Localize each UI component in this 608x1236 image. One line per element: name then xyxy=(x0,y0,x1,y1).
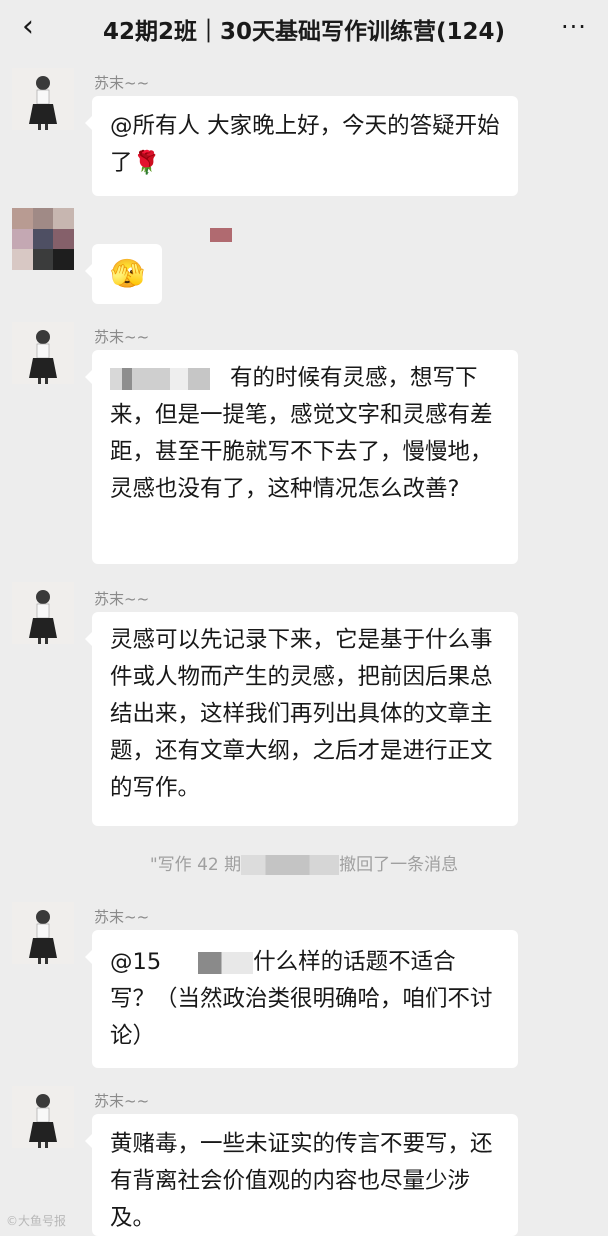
message-bubble[interactable]: 灵感可以先记录下来，它是基于什么事件或人物而产生的灵感，把前因后果总结出来，这样… xyxy=(85,612,518,826)
blurred-mention xyxy=(110,367,210,390)
back-icon[interactable]: ‹ xyxy=(12,10,44,44)
message-bubble[interactable]: @所有人 大家晚上好，今天的答疑开始了🌹 xyxy=(85,96,518,196)
message-bubble[interactable]: 有的时候有灵感，想写下来，但是一提笔，感觉文字和灵感有差距，甚至干脆就写不下去了… xyxy=(85,350,518,564)
avatar[interactable] xyxy=(12,68,74,130)
blurred-name xyxy=(241,855,340,875)
nickname: 苏末~~ xyxy=(94,590,150,608)
nickname: 苏末~~ xyxy=(94,908,150,926)
message-text: 灵感可以先记录下来，它是基于什么事件或人物而产生的灵感，把前因后果总结出来，这样… xyxy=(110,627,493,801)
nickname: 苏末~~ xyxy=(94,328,150,346)
blurred-mention xyxy=(161,951,254,974)
sticker-emoji: 🫣 xyxy=(110,257,145,290)
more-icon[interactable]: ··· xyxy=(554,10,594,44)
nickname: 苏末~~ xyxy=(94,1092,150,1110)
avatar[interactable] xyxy=(12,322,74,384)
mention-prefix: @15 xyxy=(110,949,162,975)
blurred-nickname xyxy=(210,228,232,242)
chat-header: ‹ 42期2班｜30天基础写作训练营(124) ··· xyxy=(0,0,608,56)
watermark: ©大鱼号报 xyxy=(6,1214,67,1228)
recall-suffix: 撤回了一条消息 xyxy=(339,855,459,875)
avatar[interactable] xyxy=(12,902,74,964)
avatar[interactable] xyxy=(12,1086,74,1148)
chat-title: 42期2班｜30天基础写作训练营(124) xyxy=(102,19,506,45)
message-bubble[interactable]: 黄赌毒，一些未证实的传言不要写，还有背离社会价值观的内容也尽量少涉及。 xyxy=(85,1114,518,1236)
message-bubble[interactable]: 🫣 xyxy=(85,244,162,304)
recall-notice: "写作 42 期 撤回了一条消息 xyxy=(0,850,608,875)
message-text: 黄赌毒，一些未证实的传言不要写，还有背离社会价值观的内容也尽量少涉及。 xyxy=(110,1131,493,1231)
avatar[interactable] xyxy=(12,208,74,270)
recall-prefix: "写作 42 期 xyxy=(149,855,242,875)
nickname: 苏末~~ xyxy=(94,74,150,92)
avatar[interactable] xyxy=(12,582,74,644)
message-text: @所有人 大家晚上好，今天的答疑开始了🌹 xyxy=(110,113,500,176)
message-bubble[interactable]: @15 什么样的话题不适合写？（当然政治类很明确哈，咱们不讨论） xyxy=(85,930,518,1068)
